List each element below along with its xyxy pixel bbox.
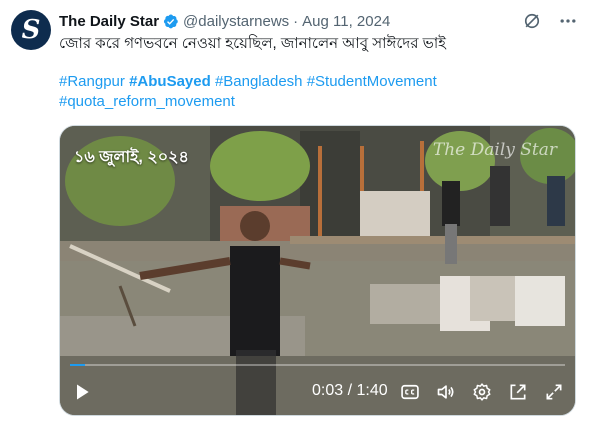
tweet[interactable]: S The Daily Star @dailystarnews · Aug 11…: [0, 0, 596, 430]
tweet-header: The Daily Star @dailystarnews · Aug 11, …: [59, 11, 390, 31]
popout-icon[interactable]: [508, 382, 528, 402]
hashtag-link[interactable]: #StudentMovement: [307, 73, 437, 90]
hashtag-link[interactable]: #Rangpur: [59, 73, 125, 90]
tweet-date[interactable]: Aug 11, 2024: [302, 13, 390, 30]
hashtag-link[interactable]: #Bangladesh: [215, 73, 303, 90]
hashtag-link[interactable]: #AbuSayed: [129, 73, 211, 90]
video-duration: 1:40: [356, 382, 388, 399]
hashtags: #Rangpur #AbuSayed #Bangladesh #StudentM…: [59, 72, 579, 112]
video-time-separator: /: [343, 382, 357, 399]
handle[interactable]: @dailystarnews: [183, 13, 289, 30]
video-controls: 0:03 / 1:40: [60, 374, 575, 408]
more-icon[interactable]: [558, 11, 578, 31]
display-name[interactable]: The Daily Star: [59, 13, 159, 30]
verified-badge-icon: [163, 14, 178, 28]
video-overlay-date: ১৬ জুলাই, ২০২৪: [74, 149, 189, 166]
fullscreen-icon[interactable]: [544, 382, 564, 402]
volume-icon[interactable]: [436, 382, 456, 402]
tweet-text: জোর করে গণভবনে নেওয়া হয়েছিল, জানালেন আ…: [59, 35, 446, 52]
avatar-logo: S: [21, 15, 41, 45]
video-player[interactable]: ১৬ জুলাই, ২০২৪ The Daily Star 0:03 / 1:4…: [59, 125, 576, 416]
captions-icon[interactable]: [400, 382, 420, 402]
play-icon[interactable]: [72, 382, 92, 402]
avatar[interactable]: S: [11, 10, 51, 50]
video-watermark: The Daily Star: [432, 140, 557, 160]
video-current-time: 0:03: [312, 382, 344, 399]
video-progress-fill: [70, 364, 85, 366]
settings-icon[interactable]: [472, 382, 492, 402]
top-actions: [522, 11, 578, 31]
separator: ·: [293, 12, 299, 30]
hashtag-link[interactable]: #quota_reform_movement: [59, 93, 235, 110]
video-progress-bar[interactable]: [70, 364, 565, 366]
video-time: 0:03 / 1:40: [312, 382, 388, 400]
grok-icon[interactable]: [522, 11, 542, 31]
